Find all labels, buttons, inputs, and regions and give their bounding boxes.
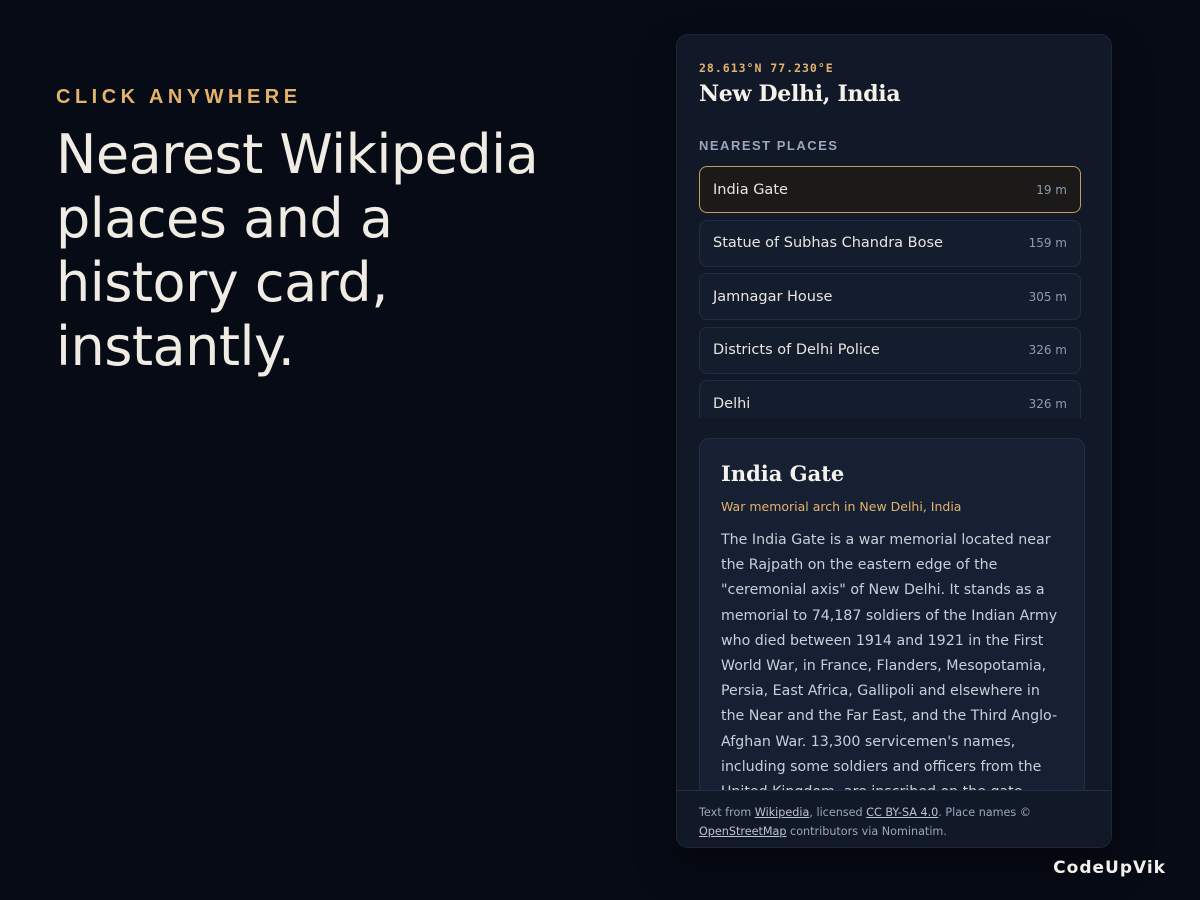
license-link[interactable]: CC BY-SA 4.0 bbox=[866, 806, 938, 819]
hero: CLICK ANYWHERE Nearest Wikipedia places … bbox=[56, 86, 616, 379]
place-name: Statue of Subhas Chandra Bose bbox=[713, 235, 943, 251]
place-item-jamnagar-house[interactable]: Jamnagar House 305 m bbox=[699, 273, 1081, 320]
place-name: Delhi bbox=[713, 395, 751, 412]
place-item-delhi[interactable]: Delhi 326 m bbox=[699, 380, 1081, 418]
footer-text: Text from bbox=[699, 806, 755, 819]
wikipedia-link[interactable]: Wikipedia bbox=[755, 806, 810, 819]
location-title: New Delhi, India bbox=[699, 81, 901, 107]
footer-text: . Place names © bbox=[938, 806, 1031, 819]
headline-line: Nearest Wikipedia bbox=[56, 123, 539, 186]
card-title: India Gate bbox=[721, 461, 845, 486]
card-body: The India Gate is a war memorial located… bbox=[721, 532, 1058, 800]
openstreetmap-link[interactable]: OpenStreetMap bbox=[699, 825, 786, 838]
place-name: India Gate bbox=[713, 181, 788, 198]
place-item-india-gate[interactable]: India Gate 19 m bbox=[699, 166, 1081, 213]
places-panel: 28.613°N 77.230°E New Delhi, India NEARE… bbox=[676, 34, 1112, 848]
place-item-districts-of-delhi-police[interactable]: Districts of Delhi Police 326 m bbox=[699, 326, 1081, 374]
footer-text: contributors via Nominatim. bbox=[786, 825, 947, 838]
brand-watermark: CodeUpVik bbox=[1053, 858, 1166, 878]
page: CLICK ANYWHERE Nearest Wikipedia places … bbox=[0, 0, 1200, 900]
nearest-places-heading: NEAREST PLACES bbox=[699, 138, 839, 153]
footer-text: , licensed bbox=[809, 806, 867, 819]
card-subtitle: War memorial arch in New Delhi, India bbox=[721, 499, 962, 514]
place-distance: 326 m bbox=[1028, 396, 1067, 411]
attribution-footer: Text from Wikipedia, licensed CC BY-SA 4… bbox=[677, 790, 1111, 847]
place-name: Districts of Delhi Police bbox=[713, 342, 880, 358]
place-name: Jamnagar House bbox=[713, 288, 833, 305]
eyebrow-label: CLICK ANYWHERE bbox=[56, 86, 302, 108]
coordinates-readout: 28.613°N 77.230°E bbox=[699, 61, 834, 75]
place-distance: 159 m bbox=[1028, 236, 1067, 250]
place-item-statue-of-subhas-chandra-bose[interactable]: Statue of Subhas Chandra Bose 159 m bbox=[699, 219, 1081, 267]
headline-line: instantly. bbox=[56, 315, 295, 378]
place-distance: 305 m bbox=[1028, 289, 1067, 304]
history-card[interactable]: India Gate War memorial arch in New Delh… bbox=[699, 438, 1085, 818]
place-distance: 19 m bbox=[1036, 182, 1067, 197]
headline-line: places and a bbox=[56, 187, 393, 250]
places-list[interactable]: India Gate 19 m Statue of Subhas Chandra… bbox=[699, 166, 1081, 418]
headline: Nearest Wikipedia places and a history c… bbox=[56, 123, 616, 379]
place-distance: 326 m bbox=[1028, 343, 1067, 357]
headline-line: history card, bbox=[56, 251, 388, 314]
